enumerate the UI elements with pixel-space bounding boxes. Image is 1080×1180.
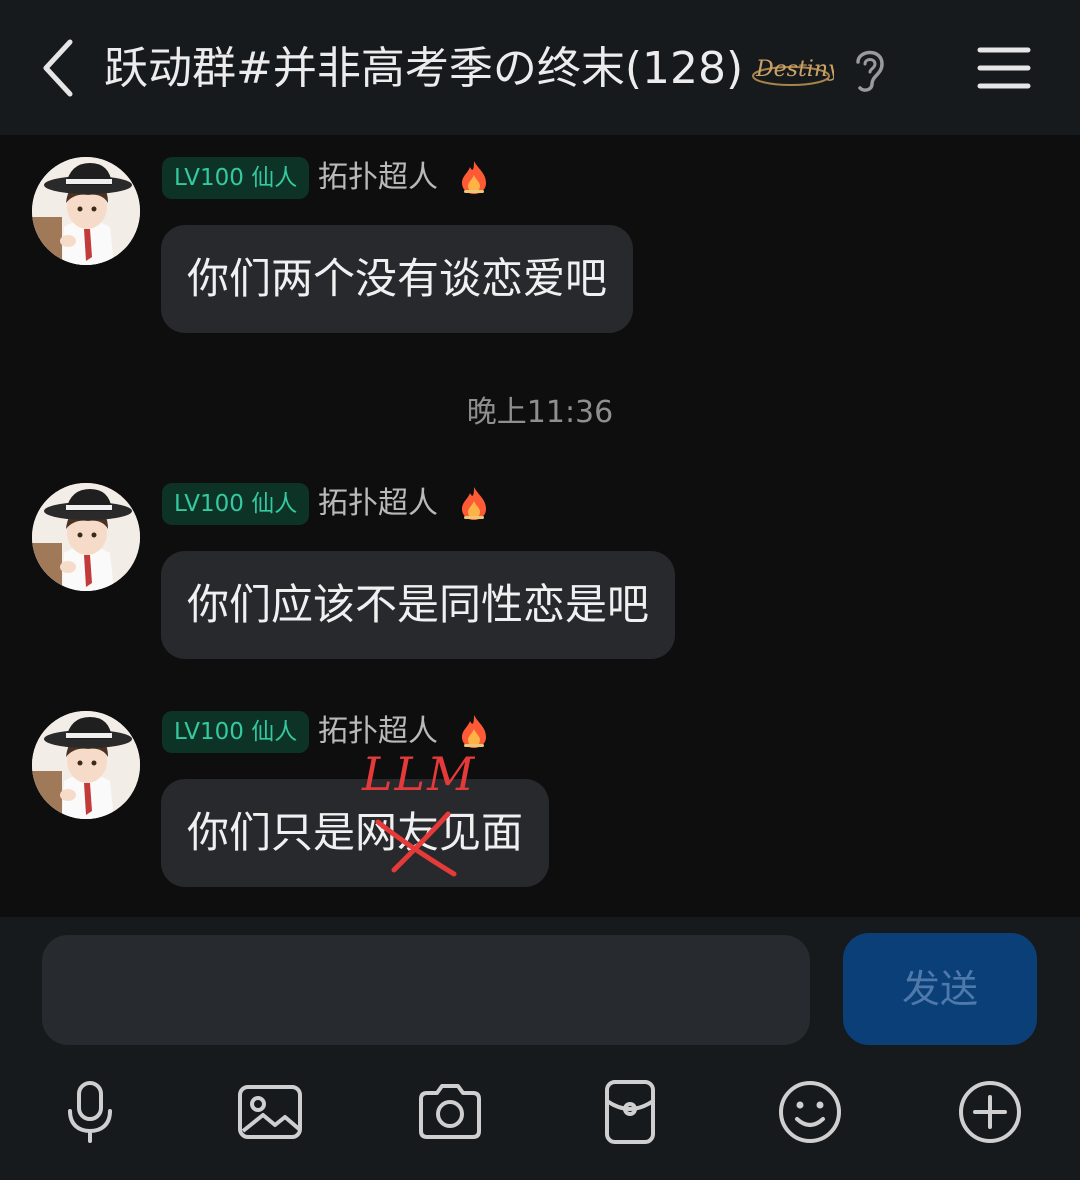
avatar[interactable] <box>32 711 140 819</box>
fire-icon <box>462 487 486 520</box>
handwritten-annotation: LLM <box>362 747 477 801</box>
avatar[interactable] <box>32 483 140 591</box>
ear-icon[interactable] <box>846 42 892 96</box>
hamburger-menu-icon[interactable] <box>974 40 1034 96</box>
badge-text: Destiny <box>755 57 834 82</box>
fire-icon <box>462 161 486 194</box>
chevron-left-icon <box>43 39 73 97</box>
message-bubble[interactable]: 你们只是网友见面 <box>161 779 550 887</box>
fire-icon <box>462 715 486 748</box>
level-tag: LV100 仙人 <box>162 711 310 753</box>
sender-name[interactable]: 拓扑超人 <box>318 157 438 199</box>
camera-icon[interactable] <box>415 1077 485 1147</box>
back-button[interactable] <box>30 36 86 100</box>
sender-name[interactable]: 拓扑超人 <box>318 483 438 525</box>
plus-icon[interactable] <box>955 1077 1025 1147</box>
timestamp: 晚上11:36 <box>466 395 614 430</box>
red-packet-icon[interactable] <box>595 1077 665 1147</box>
chat-header: 跃动群#并非高考季の终末(128) Destiny <box>0 0 1080 135</box>
microphone-icon[interactable] <box>55 1077 125 1147</box>
avatar-image <box>32 483 140 591</box>
avatar-image <box>32 157 140 265</box>
level-tag: LV100 仙人 <box>162 483 310 525</box>
chat-window: 跃动群#并非高考季の终末(128) Destiny LV100 仙人 拓扑超人 … <box>0 0 1080 1180</box>
destiny-badge-icon: Destiny <box>752 57 834 86</box>
chat-title[interactable]: 跃动群#并非高考季の终末(128) <box>104 38 743 100</box>
avatar[interactable] <box>32 157 140 265</box>
emoji-icon[interactable] <box>775 1077 845 1147</box>
message-bubble[interactable]: 你们两个没有谈恋爱吧 <box>161 225 634 333</box>
input-bar: 发送 <box>0 917 1080 1180</box>
message-list[interactable]: LV100 仙人 拓扑超人 你们两个没有谈恋爱吧 晚上11:36 LV100 仙… <box>0 135 1080 917</box>
level-tag: LV100 仙人 <box>162 157 310 199</box>
message-input[interactable] <box>42 935 810 1045</box>
send-button[interactable]: 发送 <box>843 933 1037 1045</box>
avatar-image <box>32 711 140 819</box>
image-icon[interactable] <box>235 1077 305 1147</box>
message-bubble[interactable]: 你们应该不是同性恋是吧 <box>161 551 676 659</box>
